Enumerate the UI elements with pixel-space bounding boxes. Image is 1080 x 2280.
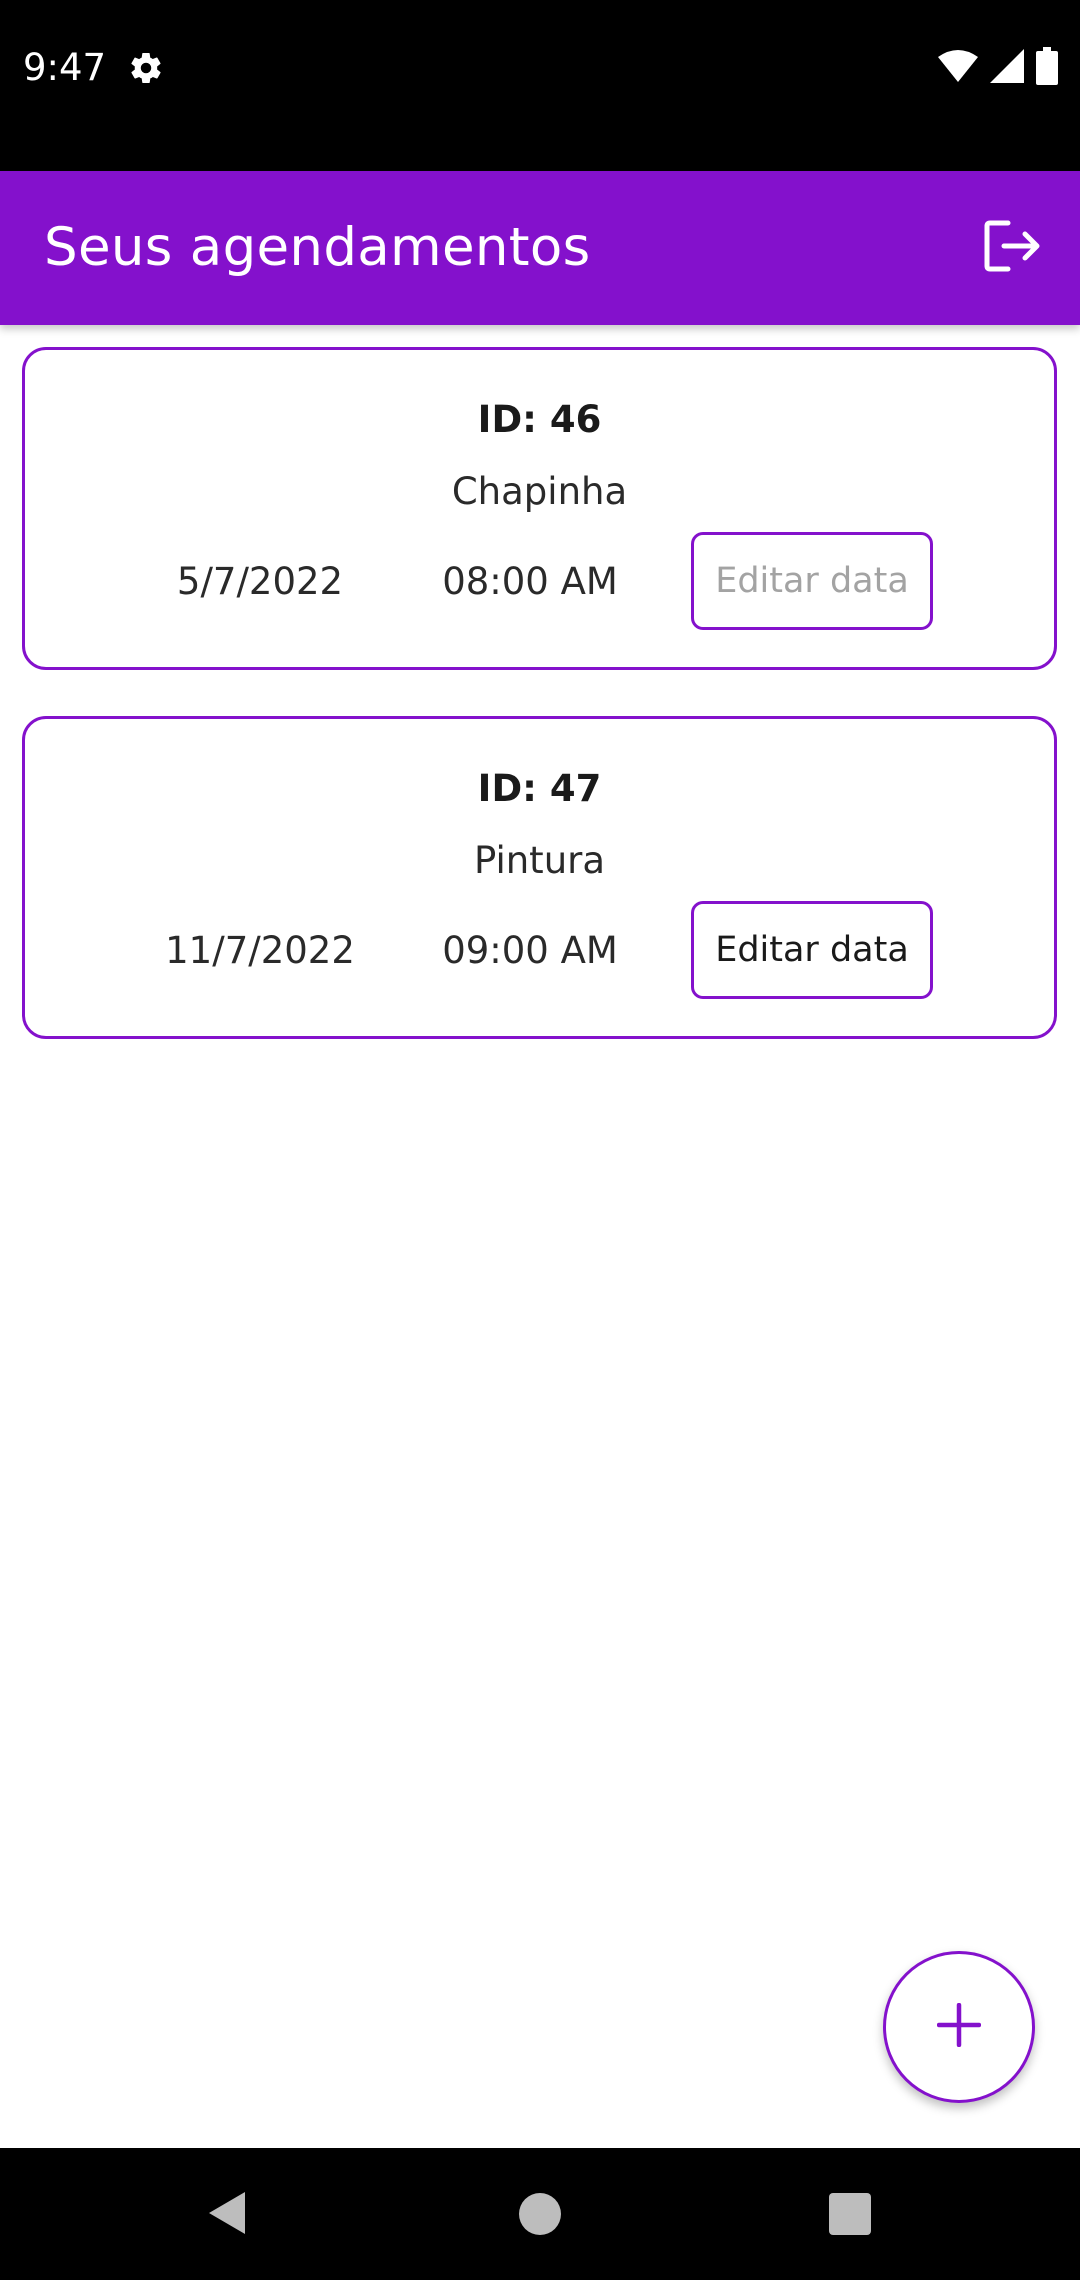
edit-date-button[interactable]: Editar data: [691, 532, 933, 630]
logout-button[interactable]: [982, 217, 1044, 279]
signal-icon: [990, 49, 1024, 87]
appointment-id: ID: 46: [477, 398, 602, 441]
appointment-time: 08:00 AM: [442, 560, 618, 603]
appointment-id: ID: 47: [477, 767, 602, 810]
appointment-card: ID: 46 Chapinha 5/7/2022 08:00 AM Editar…: [22, 347, 1057, 670]
appointment-service: Pintura: [473, 839, 606, 882]
home-icon[interactable]: [519, 2193, 561, 2235]
appointment-time: 09:00 AM: [442, 929, 618, 972]
back-icon[interactable]: [205, 2190, 249, 2236]
status-bar: 9:47: [0, 0, 1080, 171]
recents-icon[interactable]: [829, 2193, 871, 2235]
app-bar: Seus agendamentos: [0, 171, 1080, 325]
plus-icon: [936, 2002, 982, 2051]
logout-icon: [984, 219, 1042, 277]
appointment-service: Chapinha: [451, 470, 628, 513]
battery-icon: [1036, 47, 1058, 89]
wifi-icon: [938, 49, 978, 87]
edit-date-button[interactable]: Editar data: [691, 901, 933, 999]
appointment-date: 11/7/2022: [165, 929, 355, 972]
status-time: 9:47: [23, 46, 107, 89]
system-nav-bar: [0, 2148, 1080, 2280]
appointment-date: 5/7/2022: [176, 560, 344, 603]
gear-icon: [128, 50, 164, 86]
add-appointment-button[interactable]: [883, 1951, 1035, 2103]
appointment-card: ID: 47 Pintura 11/7/2022 09:00 AM Editar…: [22, 716, 1057, 1039]
status-icons: [938, 47, 1058, 89]
page-title: Seus agendamentos: [44, 217, 591, 278]
